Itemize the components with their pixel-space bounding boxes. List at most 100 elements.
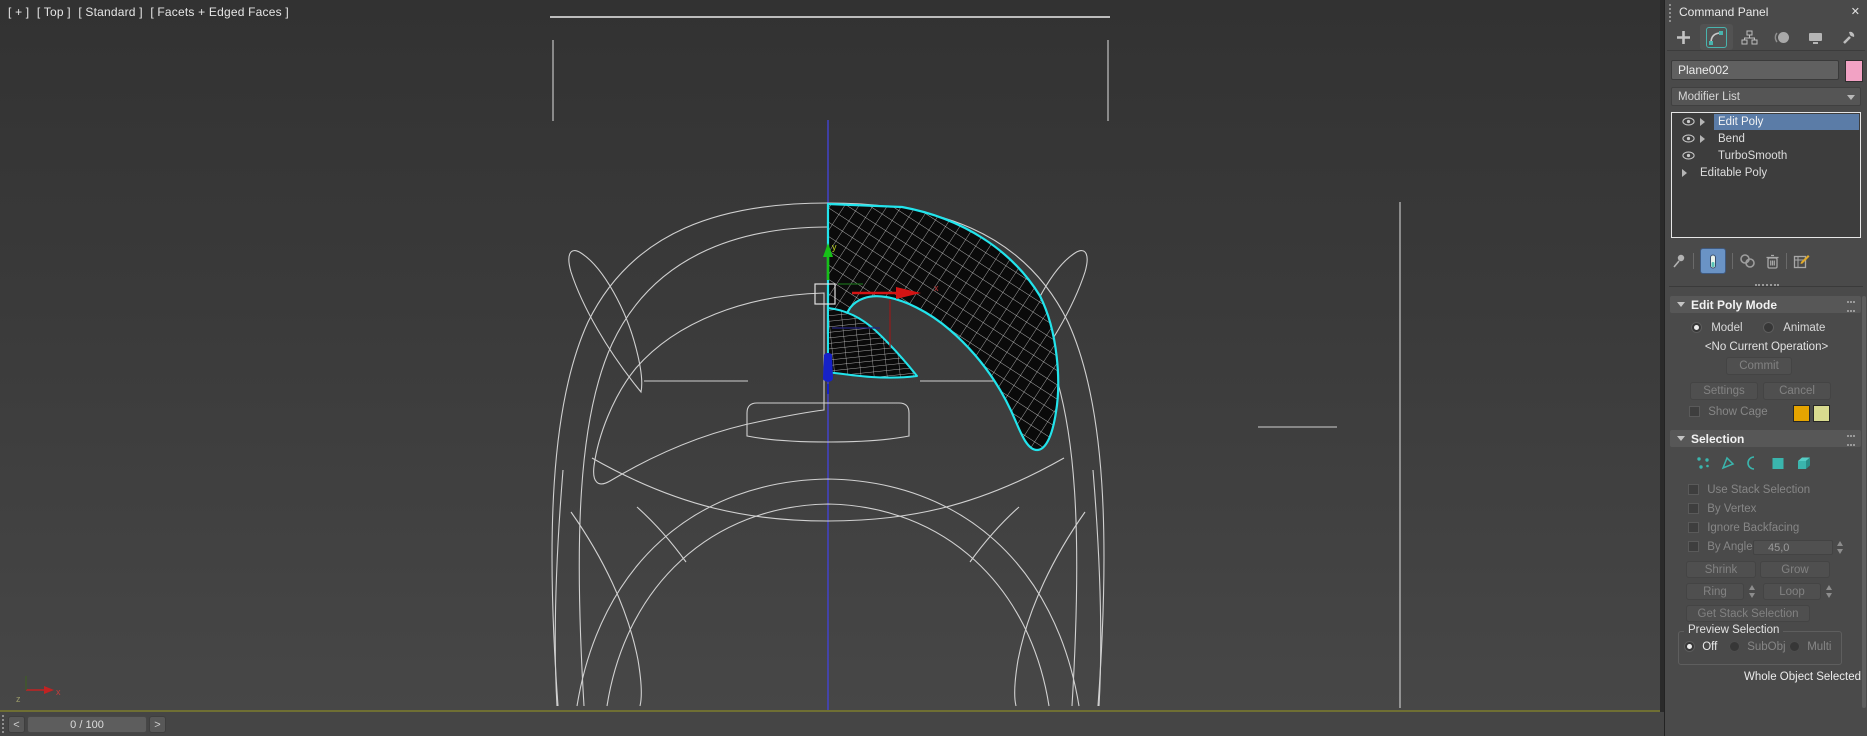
fender-right-crease — [1014, 511, 1086, 707]
motion-icon — [1774, 31, 1789, 43]
by-angle-checkbox[interactable]: By Angle: — [1688, 541, 1756, 553]
get-stack-selection-button[interactable]: Get Stack Selection — [1686, 605, 1810, 622]
polygon-icon[interactable] — [1770, 455, 1786, 471]
tab-motion[interactable] — [1766, 24, 1799, 50]
preview-subobj-radio[interactable]: SubObj — [1729, 641, 1786, 653]
stack-item-label[interactable]: Editable Poly — [1696, 165, 1771, 181]
edge-icon[interactable] — [1720, 455, 1736, 471]
tab-create[interactable] — [1667, 24, 1700, 50]
mesh-wedge-wireframe — [827, 307, 918, 379]
stack-item-label[interactable]: Bend — [1714, 131, 1749, 147]
stack-item-label[interactable]: TurboSmooth — [1714, 148, 1791, 164]
vertex-icon[interactable] — [1695, 455, 1711, 471]
selected-mesh-plane002[interactable] — [826, 202, 1060, 452]
tab-hierarchy[interactable] — [1733, 24, 1766, 50]
trash-icon[interactable] — [1765, 253, 1780, 269]
by-vertex-checkbox[interactable]: By Vertex — [1688, 503, 1756, 515]
radio-icon[interactable] — [1691, 322, 1702, 333]
preview-selection-group: Preview Selection Off SubObj Multi — [1678, 624, 1842, 665]
make-unique-icon[interactable] — [1739, 253, 1757, 269]
eye-icon[interactable] — [1682, 134, 1700, 143]
animate-radio[interactable]: Animate — [1763, 322, 1825, 334]
show-end-result-button[interactable] — [1700, 248, 1726, 274]
grow-button[interactable]: Grow — [1760, 561, 1830, 578]
rollout-grip-icon — [1847, 435, 1855, 446]
checkbox-icon[interactable] — [1688, 503, 1699, 514]
show-cage-checkbox[interactable]: Show Cage — [1689, 406, 1768, 418]
animate-radio-label: Animate — [1783, 322, 1826, 334]
cage-color-swatch-1[interactable] — [1793, 405, 1810, 422]
viewport-menu-shading[interactable]: [ Facets + Edged Faces ] — [150, 5, 289, 19]
expand-arrow-icon[interactable] — [1700, 134, 1714, 143]
pin-stack-icon[interactable] — [1671, 253, 1687, 269]
stack-row-bend[interactable]: Bend — [1672, 130, 1860, 147]
radio-icon[interactable] — [1729, 641, 1740, 652]
viewport-menu-general[interactable]: [ + ] — [8, 5, 29, 19]
display-icon — [1809, 32, 1822, 44]
stack-item-label[interactable]: Edit Poly — [1714, 113, 1859, 130]
checkbox-icon[interactable] — [1688, 541, 1699, 552]
object-name-field[interactable]: Plane002 — [1671, 60, 1839, 80]
tab-utilities[interactable] — [1832, 24, 1865, 50]
tab-display[interactable] — [1799, 24, 1832, 50]
settings-button[interactable]: Settings — [1690, 382, 1758, 400]
eye-icon[interactable] — [1682, 117, 1700, 126]
modifier-list-dropdown[interactable]: Modifier List — [1671, 87, 1861, 106]
configure-modifier-sets-icon[interactable] — [1793, 253, 1810, 269]
viewport-menu-pov[interactable]: [ Top ] — [37, 5, 71, 19]
cancel-button[interactable]: Cancel — [1763, 382, 1831, 400]
expand-arrow-icon[interactable] — [1682, 168, 1696, 177]
checkbox-icon[interactable] — [1689, 406, 1700, 417]
divider-grip[interactable] — [1755, 284, 1779, 286]
preview-off-radio[interactable]: Off — [1684, 641, 1717, 653]
ring-button[interactable]: Ring — [1686, 583, 1744, 600]
stack-row-editable-poly[interactable]: Editable Poly — [1672, 164, 1860, 181]
wrench-icon — [1843, 31, 1855, 44]
rollout-edit-poly-mode[interactable]: Edit Poly Mode — [1670, 296, 1861, 313]
expand-arrow-icon[interactable] — [1700, 117, 1714, 126]
radio-icon[interactable] — [1789, 641, 1800, 652]
ring-spinner[interactable] — [1747, 584, 1758, 599]
element-icon[interactable] — [1795, 455, 1812, 471]
checkbox-icon[interactable] — [1688, 522, 1699, 533]
stack-row-turbosmooth[interactable]: TurboSmooth — [1672, 147, 1860, 164]
eye-icon[interactable] — [1682, 151, 1700, 160]
object-color-swatch[interactable] — [1845, 60, 1863, 82]
chevron-down-icon — [1847, 95, 1855, 100]
by-angle-label: By Angle: — [1707, 541, 1756, 553]
commit-button[interactable]: Commit — [1726, 357, 1792, 375]
next-frame-button[interactable]: > — [149, 716, 166, 733]
cage-color-swatch-2[interactable] — [1813, 405, 1830, 422]
by-angle-spinner[interactable] — [1835, 540, 1846, 555]
viewport-canvas[interactable]: y x x z — [0, 0, 1660, 710]
app-window: y x x z [ + ] [ Top ] [ Standard ] [ Fac… — [0, 0, 1867, 736]
shrink-button[interactable]: Shrink — [1686, 561, 1756, 578]
loop-spinner[interactable] — [1824, 584, 1835, 599]
panel-scrollbar[interactable] — [1862, 296, 1866, 708]
toolbar-grip[interactable] — [2, 715, 7, 733]
rollout-selection[interactable]: Selection — [1670, 430, 1861, 447]
border-icon[interactable] — [1745, 455, 1761, 471]
mirror-left — [568, 250, 643, 394]
car-wireframe — [550, 16, 1401, 708]
previous-frame-button[interactable]: < — [8, 716, 25, 733]
ignore-backfacing-checkbox[interactable]: Ignore Backfacing — [1688, 522, 1799, 534]
close-icon[interactable]: ✕ — [1851, 5, 1860, 18]
viewport-top[interactable]: y x x z [ + ] [ Top ] [ Standard ] [ Fac… — [0, 0, 1660, 710]
ignore-backfacing-label: Ignore Backfacing — [1707, 522, 1800, 534]
stack-toolbar — [1671, 248, 1861, 274]
tab-modify[interactable] — [1700, 24, 1733, 50]
time-slider-frame-field[interactable]: 0 / 100 — [27, 716, 147, 733]
panel-drag-handle[interactable] — [1669, 4, 1674, 22]
stack-row-edit-poly[interactable]: Edit Poly — [1672, 113, 1860, 130]
loop-button[interactable]: Loop — [1763, 583, 1821, 600]
radio-icon[interactable] — [1763, 322, 1774, 333]
use-stack-selection-checkbox[interactable]: Use Stack Selection — [1688, 484, 1810, 496]
rollout-grip-icon — [1847, 301, 1855, 312]
checkbox-icon[interactable] — [1688, 484, 1699, 495]
model-radio[interactable]: Model — [1691, 322, 1743, 334]
preview-multi-radio[interactable]: Multi — [1789, 641, 1831, 653]
by-angle-field[interactable]: 45,0 — [1753, 540, 1833, 555]
radio-icon[interactable] — [1684, 641, 1695, 652]
viewport-menu-renderer[interactable]: [ Standard ] — [78, 5, 142, 19]
